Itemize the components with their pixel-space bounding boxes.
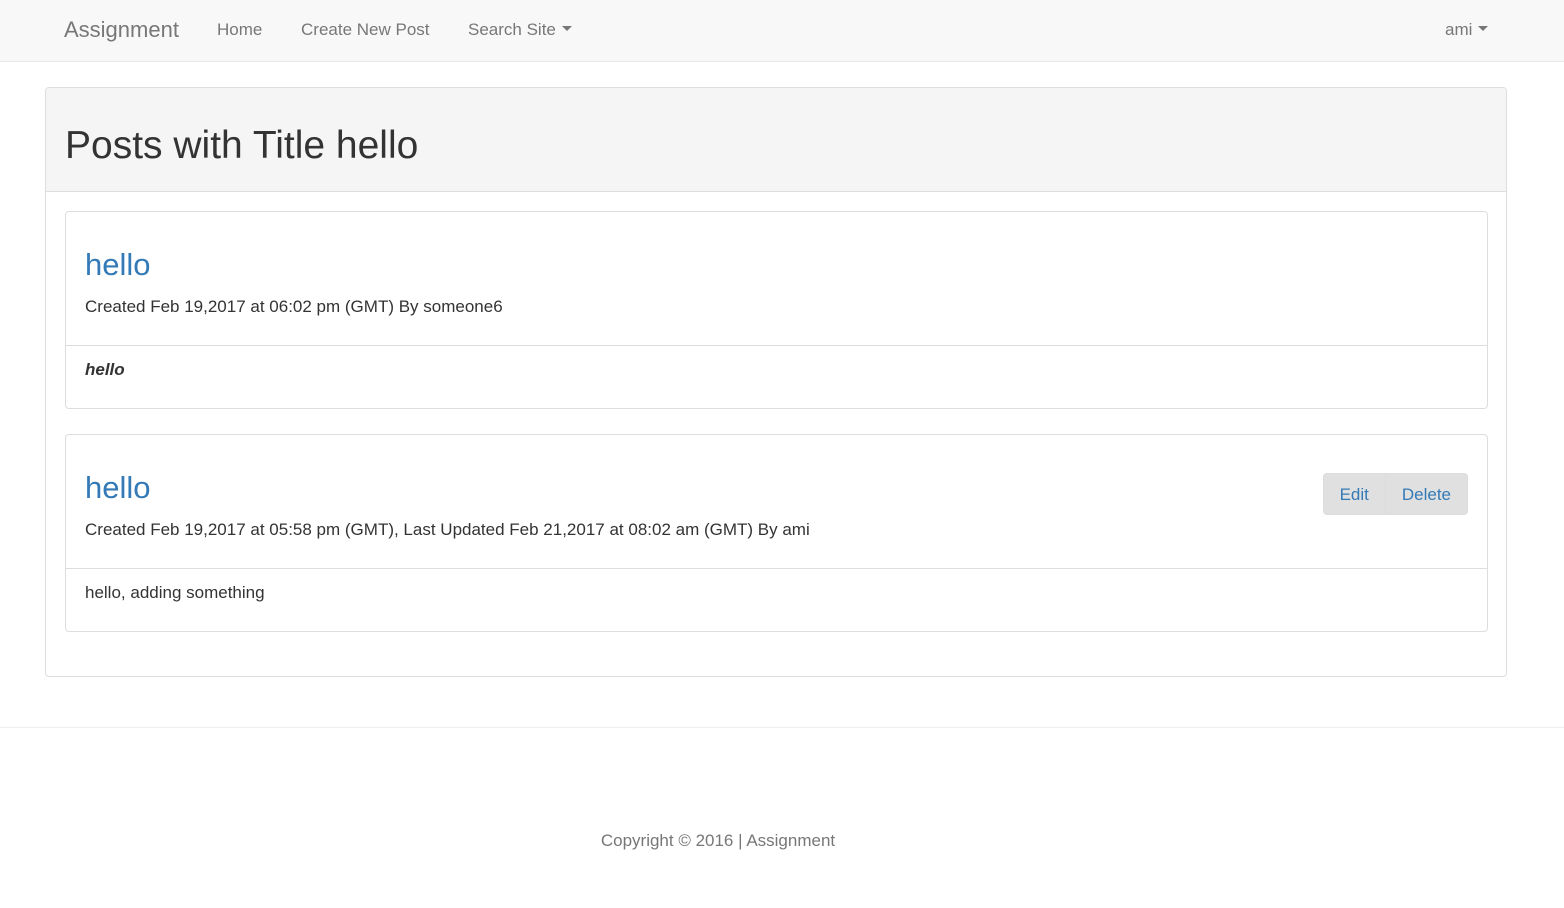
edit-button[interactable]: Edit (1322, 473, 1386, 515)
nav-search-site-label: Search Site (468, 20, 556, 39)
navbar-brand[interactable]: Assignment (64, 17, 179, 43)
nav-home-link[interactable]: Home (217, 20, 262, 40)
nav-user-dropdown[interactable]: ami (1445, 20, 1489, 40)
posts-panel: Posts with Title hello hello Created Feb… (45, 87, 1507, 677)
panel-heading: Posts with Title hello (46, 88, 1506, 192)
post-body: hello (85, 360, 125, 379)
footer-divider (0, 727, 1564, 728)
nav-search-site-dropdown[interactable]: Search Site (468, 20, 572, 40)
post-meta: Created Feb 19,2017 at 06:02 pm (GMT) By… (85, 297, 503, 316)
post-title-link[interactable]: hello (85, 469, 151, 507)
top-navbar: Assignment Home Create New Post Search S… (0, 0, 1564, 62)
post-actions: Edit Delete (1322, 473, 1468, 515)
post-header: hello Created Feb 19,2017 at 05:58 pm (G… (66, 435, 1487, 569)
post-body: hello, adding something (85, 583, 265, 602)
post-title-link[interactable]: hello (85, 246, 151, 284)
caret-down-icon (561, 26, 572, 32)
nav-create-post-link[interactable]: Create New Post (301, 20, 430, 40)
post-meta: Created Feb 19,2017 at 05:58 pm (GMT), L… (85, 520, 810, 539)
nav-user-label: ami (1445, 20, 1473, 39)
footer-copyright: Copyright © 2016 | Assignment (600, 831, 836, 850)
post-header: hello Created Feb 19,2017 at 06:02 pm (G… (66, 212, 1487, 346)
delete-button[interactable]: Delete (1384, 473, 1468, 515)
caret-down-icon (1478, 26, 1489, 32)
post-card: hello Created Feb 19,2017 at 05:58 pm (G… (65, 434, 1488, 632)
page-title: Posts with Title hello (65, 124, 419, 167)
post-card: hello Created Feb 19,2017 at 06:02 pm (G… (65, 211, 1488, 409)
